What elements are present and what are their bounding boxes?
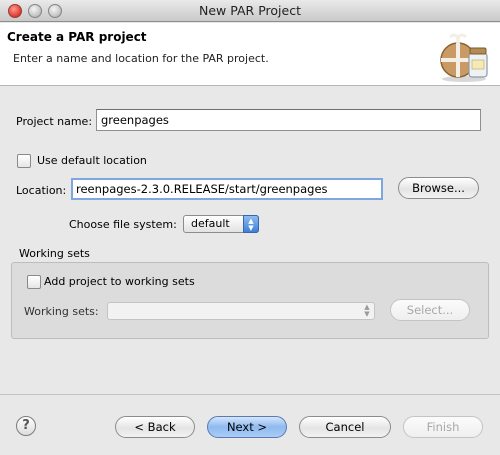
- project-name-field[interactable]: greenpages: [96, 109, 481, 131]
- help-icon[interactable]: ?: [16, 416, 36, 436]
- working-sets-group: Add project to working sets Working sets…: [11, 262, 489, 339]
- file-system-value: default: [191, 217, 230, 230]
- working-sets-combo-label: Working sets:: [24, 305, 99, 318]
- footer-separator: [0, 394, 500, 395]
- use-default-location-label[interactable]: Use default location: [37, 154, 147, 167]
- wizard-page-title: Create a PAR project: [7, 30, 147, 44]
- select-arrows-icon: ▲ ▼: [243, 215, 259, 233]
- title-bar: New PAR Project: [0, 0, 500, 22]
- back-button[interactable]: < Back: [115, 416, 195, 438]
- par-project-icon: [440, 33, 488, 82]
- wizard-banner: Create a PAR project Enter a name and lo…: [0, 23, 500, 86]
- finish-button[interactable]: Finish: [403, 416, 483, 438]
- file-system-select[interactable]: default ▲ ▼: [183, 215, 259, 233]
- wizard-page-description: Enter a name and location for the PAR pr…: [13, 52, 269, 65]
- next-button[interactable]: Next >: [207, 416, 287, 438]
- close-window-button[interactable]: [8, 4, 22, 18]
- project-name-label: Project name:: [16, 115, 93, 128]
- window-title: New PAR Project: [199, 3, 301, 18]
- combo-arrows-icon: ▲ ▼: [364, 303, 370, 318]
- browse-button[interactable]: Browse...: [398, 177, 479, 199]
- location-field[interactable]: reenpages-2.3.0.RELEASE/start/greenpages: [71, 178, 383, 200]
- add-to-working-sets-checkbox[interactable]: [27, 275, 41, 289]
- working-sets-group-label: Working sets: [19, 247, 90, 260]
- select-working-sets-button[interactable]: Select...: [390, 299, 470, 321]
- zoom-window-button[interactable]: [48, 4, 62, 18]
- location-label: Location:: [16, 184, 67, 197]
- file-system-label: Choose file system:: [69, 218, 177, 231]
- minimize-window-button[interactable]: [28, 4, 42, 18]
- use-default-location-checkbox[interactable]: [17, 154, 31, 168]
- working-sets-combo[interactable]: ▲ ▼: [107, 302, 375, 320]
- add-to-working-sets-label[interactable]: Add project to working sets: [44, 275, 195, 288]
- cancel-button[interactable]: Cancel: [299, 416, 391, 438]
